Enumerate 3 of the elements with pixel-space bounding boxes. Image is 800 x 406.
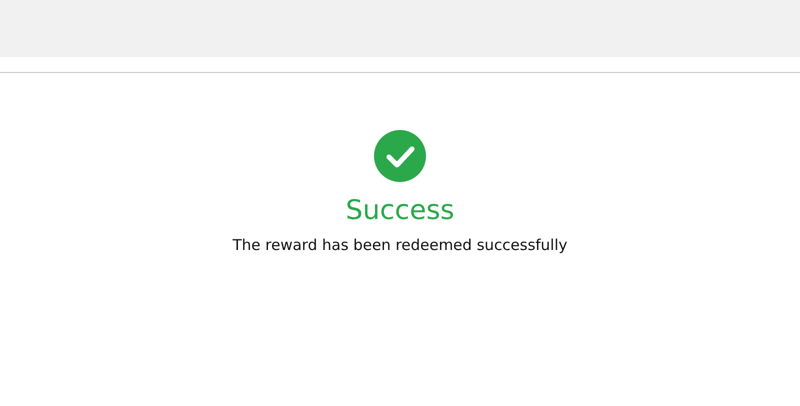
status-title: Success — [346, 194, 454, 228]
status-message: The reward has been redeemed successfully — [232, 236, 568, 254]
check-icon — [374, 130, 426, 182]
